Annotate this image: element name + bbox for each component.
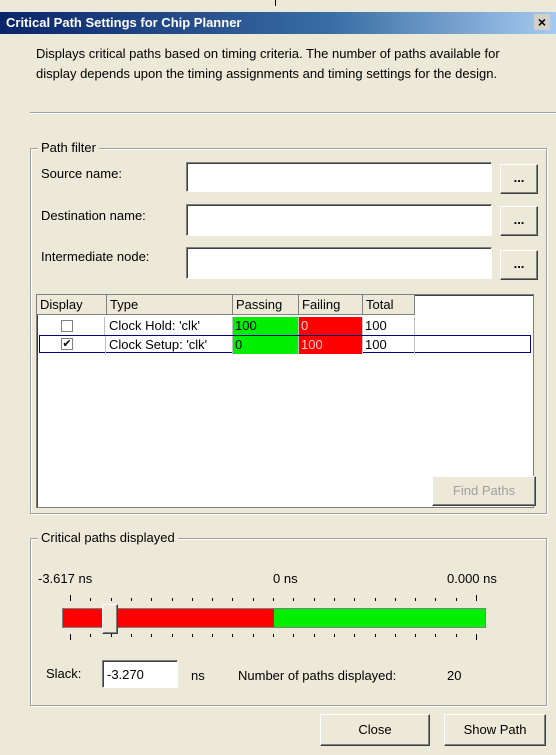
slack-unit-label: ns [191,668,205,683]
slider-tick [252,598,254,601]
slack-slider-track[interactable] [62,608,486,628]
type-cell: Clock Hold: 'clk' [107,317,233,335]
destination-name-label: Destination name: [41,208,146,223]
passing-range-fill [274,609,485,627]
display-checkbox-checked[interactable]: ✔ [61,338,73,350]
slider-max-label: 0.000 ns [447,571,497,586]
failing-cell: 0 [299,317,363,335]
slider-tick [90,634,92,637]
slider-tick [273,634,274,637]
slider-tick [293,598,295,601]
slider-tick [191,634,193,637]
slider-tick [476,634,477,640]
table-row[interactable]: ✔ Clock Setup: 'clk' 0 100 100 [39,335,531,354]
intermediate-node-label: Intermediate node: [41,249,150,264]
slider-tick [374,598,376,601]
slider-min-label: -3.617 ns [38,571,93,586]
total-cell: 100 [363,317,415,335]
slider-tick [313,634,315,637]
slider-tick [90,598,92,601]
slider-tick [313,598,315,601]
description-text: Displays critical paths based on timing … [36,46,500,81]
path-filter-legend: Path filter [38,140,99,155]
paths-count-label: Number of paths displayed: [238,668,397,683]
slider-thumb[interactable] [101,604,118,634]
table-row[interactable]: Clock Hold: 'clk' 100 0 100 [39,317,531,335]
show-path-button[interactable]: Show Path [444,714,546,746]
slider-tick [252,634,254,637]
column-header-type[interactable]: Type [107,295,233,315]
slider-tick [110,634,112,637]
failing-range-fill [63,609,274,627]
source-browse-button[interactable]: ... [500,164,538,194]
slider-tick [232,634,234,637]
paths-count-value: 20 [447,668,462,683]
slider-tick [394,634,396,637]
slider-tick [374,634,376,637]
display-cell [39,317,105,335]
slider-tick [191,598,193,601]
display-checkbox[interactable] [61,320,73,332]
slider-tick [435,634,437,637]
slider-tick [273,598,274,601]
find-paths-button[interactable]: Find Paths [432,476,536,506]
slider-tick [212,634,214,637]
critical-paths-legend: Critical paths displayed [38,530,178,545]
slider-tick [130,598,132,601]
slack-input[interactable] [102,660,178,688]
slider-mid-label: 0 ns [273,571,298,586]
column-header-display[interactable]: Display [37,295,107,315]
slack-label: Slack: [46,666,82,681]
slider-tick [293,634,295,637]
slider-tick [70,595,71,601]
slider-tick [110,598,112,601]
close-icon[interactable]: × [534,14,550,30]
slider-tick [130,634,132,637]
total-cell: 100 [363,336,415,354]
slider-tick [151,598,153,601]
intermediate-node-input[interactable] [186,247,492,279]
slider-tick [415,598,417,601]
slider-tick [151,634,153,637]
separator [30,112,556,114]
slider-tick [476,595,477,601]
display-cell: ✔ [40,336,106,354]
source-name-label: Source name: [41,166,122,181]
column-header-failing[interactable]: Failing [299,295,363,315]
column-header-total[interactable]: Total [363,295,415,315]
passing-cell: 0 [233,336,299,354]
destination-name-input[interactable] [186,204,492,236]
slider-tick [354,598,356,601]
slider-tick [333,634,335,637]
type-cell: Clock Setup: 'clk' [107,336,233,354]
source-name-input[interactable] [186,162,492,192]
top-edge-mark [275,0,276,6]
slider-tick [354,634,356,637]
slider-tick [171,598,173,601]
slider-tick [394,598,396,601]
slider-tick [232,598,234,601]
title-bar: Critical Path Settings for Chip Planner … [0,12,556,34]
column-header-passing[interactable]: Passing [233,295,299,315]
slider-tick [455,598,457,601]
window-title: Critical Path Settings for Chip Planner [6,15,242,30]
slider-tick [171,634,173,637]
slider-tick [212,598,214,601]
passing-cell: 100 [233,317,299,335]
slider-tick [435,598,437,601]
close-button[interactable]: Close [320,714,430,746]
slider-tick [415,634,417,637]
intermediate-browse-button[interactable]: ... [500,250,538,280]
failing-cell: 100 [299,336,363,354]
slider-tick [333,598,335,601]
slider-tick [70,634,71,640]
slider-tick [455,634,457,637]
destination-browse-button[interactable]: ... [500,206,538,236]
